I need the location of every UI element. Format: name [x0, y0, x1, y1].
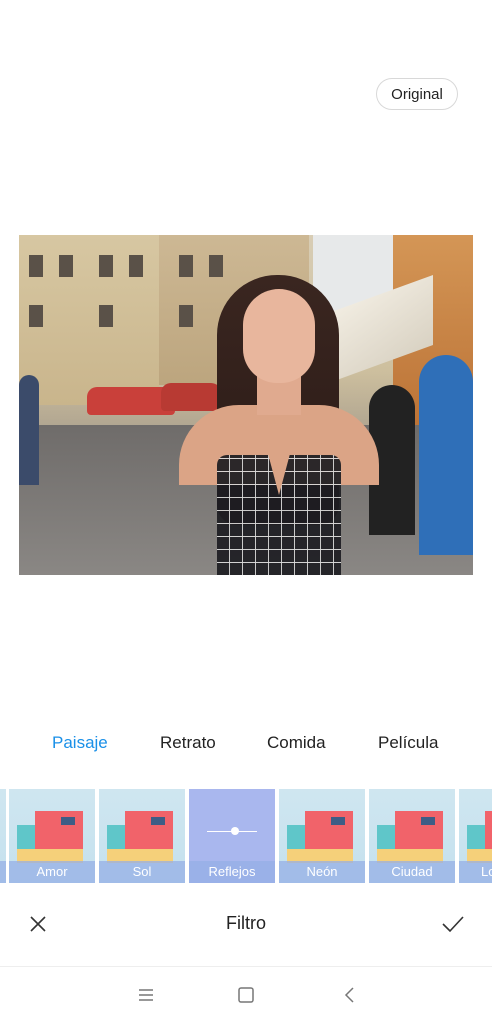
photo-window	[99, 305, 113, 327]
photo-window	[209, 255, 223, 277]
photo-window	[59, 255, 73, 277]
filter-amor[interactable]: Amor	[9, 789, 95, 883]
filter-label: Amor	[9, 861, 95, 883]
photo-window	[29, 305, 43, 327]
tab-retrato[interactable]: Retrato	[160, 733, 216, 753]
house-thumbnail	[467, 811, 492, 863]
filter-label: Neón	[279, 861, 365, 883]
editor-title: Filtro	[226, 913, 266, 933]
tab-pelicula[interactable]: Película	[378, 733, 438, 753]
check-icon[interactable]	[440, 912, 466, 936]
filter-sol[interactable]: Sol	[99, 789, 185, 883]
house-thumbnail	[377, 811, 447, 863]
photo-window	[99, 255, 113, 277]
back-icon[interactable]	[340, 985, 360, 1005]
filter-label: Lo	[459, 861, 492, 883]
system-nav-bar	[0, 966, 492, 1025]
house-thumbnail	[17, 811, 87, 863]
filter-strip: Amor Sol Reflejos Neón Ciudad Lo	[0, 789, 492, 883]
filter-partial[interactable]: Lo	[459, 789, 492, 883]
house-thumbnail	[287, 811, 357, 863]
house-thumbnail	[107, 811, 177, 863]
photo-window	[179, 255, 193, 277]
original-button[interactable]: Original	[376, 78, 458, 110]
filter-ciudad[interactable]: Ciudad	[369, 789, 455, 883]
filter-neon[interactable]: Neón	[279, 789, 365, 883]
menu-icon[interactable]	[136, 985, 156, 1005]
filter-label: Ciudad	[369, 861, 455, 883]
filter-categories: Paisaje Retrato Comida Película	[0, 733, 492, 765]
photo-preview	[19, 235, 473, 575]
home-icon[interactable]	[236, 985, 256, 1005]
filter-reflejos[interactable]: Reflejos	[189, 789, 275, 883]
photo-window	[29, 255, 43, 277]
slider-knob-icon	[231, 827, 239, 835]
bottom-action-bar: Filtro	[0, 900, 492, 948]
tab-comida[interactable]: Comida	[267, 733, 326, 753]
tab-paisaje[interactable]: Paisaje	[52, 733, 108, 753]
filter-thumbnail[interactable]	[0, 789, 6, 883]
photo-subject	[179, 275, 379, 575]
photo-bystander	[19, 375, 39, 485]
filter-label	[0, 861, 6, 883]
photo-window	[129, 255, 143, 277]
photo-bystander	[419, 355, 473, 555]
filter-label: Reflejos	[189, 861, 275, 883]
filter-label: Sol	[99, 861, 185, 883]
